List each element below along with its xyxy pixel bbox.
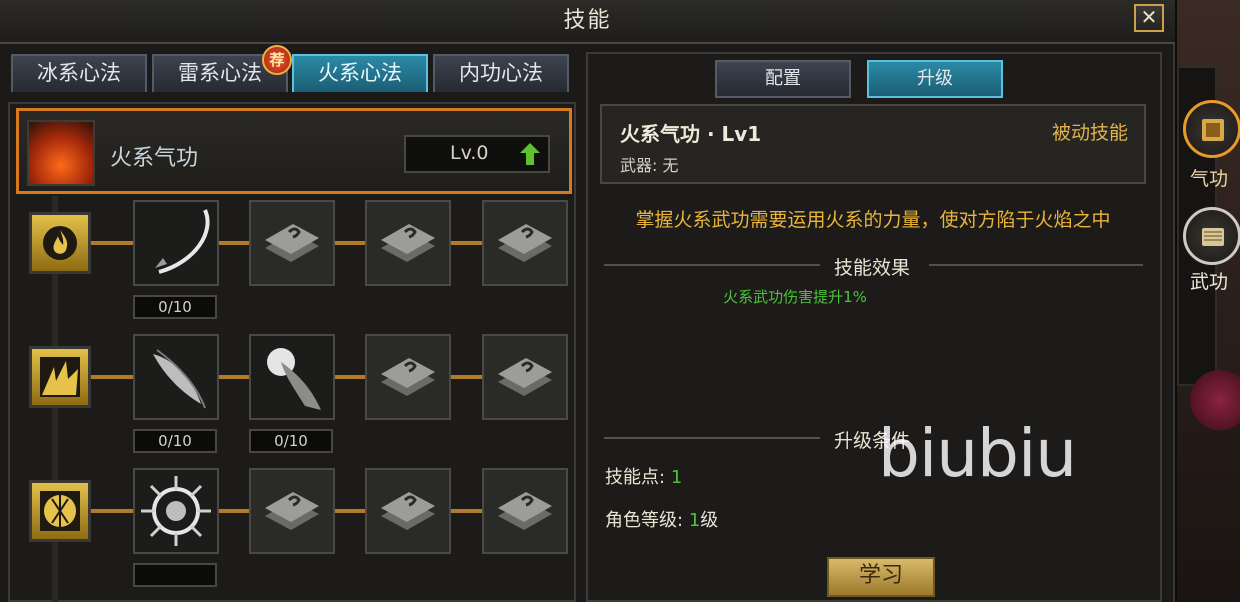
- scroll-icon: [1202, 228, 1224, 246]
- tab-fire[interactable]: 火系心法: [292, 54, 428, 92]
- skill-points-value: 1: [670, 467, 683, 488]
- claw-category-icon: [29, 346, 91, 408]
- learn-button[interactable]: 学习: [827, 557, 935, 597]
- char-level-row: 角色等级: 1级: [605, 506, 718, 532]
- skill-counter: [133, 563, 217, 587]
- skill-slot-locked[interactable]: [249, 200, 335, 286]
- tab-inner[interactable]: 内功心法: [433, 54, 569, 92]
- tab-config[interactable]: 配置: [715, 60, 851, 98]
- connector: [91, 241, 133, 245]
- skill-points-row: 技能点: 1: [605, 463, 682, 489]
- skill-slot-locked[interactable]: [482, 200, 568, 286]
- skill-level: Lv.0: [450, 142, 489, 164]
- skill-slot-locked[interactable]: [365, 200, 451, 286]
- skill-header-name: 火系气功: [110, 146, 199, 171]
- skill-slot-locked[interactable]: [482, 468, 568, 554]
- skill-slot-locked[interactable]: [482, 334, 568, 420]
- tab-ice[interactable]: 冰系心法: [11, 54, 147, 92]
- wugong-nav-label: 武功: [1190, 271, 1229, 293]
- skill-slot-spirit[interactable]: [133, 334, 219, 420]
- connector: [91, 375, 133, 379]
- skill-counter: 0/10: [133, 429, 217, 453]
- skill-points-label: 技能点:: [605, 467, 666, 488]
- connector: [91, 509, 133, 513]
- connector: [451, 509, 482, 513]
- connector: [335, 375, 365, 379]
- skill-slot-locked[interactable]: [365, 334, 451, 420]
- qigong-nav-button[interactable]: [1183, 100, 1240, 158]
- connector: [219, 509, 249, 513]
- connector: [335, 509, 365, 513]
- connector: [451, 241, 482, 245]
- skill-slot-locked[interactable]: [249, 468, 335, 554]
- book-icon: [1202, 119, 1224, 141]
- recommend-badge: 荐: [262, 45, 292, 75]
- connector: [219, 241, 249, 245]
- char-level-value: 1: [688, 510, 701, 531]
- close-button[interactable]: ✕: [1134, 4, 1164, 32]
- wugong-nav-button[interactable]: [1183, 207, 1240, 265]
- qigong-nav-label: 气功: [1190, 168, 1229, 190]
- skill-type: 被动技能: [1052, 122, 1129, 144]
- level-up-arrow-icon[interactable]: [520, 143, 540, 165]
- title-bar: 技能: [0, 0, 1175, 44]
- shield-category-icon: [29, 480, 91, 542]
- skill-description: 掌握火系武功需要运用火系的力量，使对方陷于火焰之中: [635, 209, 1111, 231]
- weapon-requirement: 武器: 无: [620, 156, 679, 175]
- char-level-unit: 级: [700, 510, 719, 531]
- divider: [929, 264, 1143, 266]
- detail-skill-name: 火系气功 · Lv1: [620, 122, 762, 146]
- window-title: 技能: [563, 8, 612, 33]
- divider: [604, 264, 820, 266]
- fire-skill-icon: [27, 120, 95, 186]
- connector: [451, 375, 482, 379]
- skill-slot-burst[interactable]: [133, 468, 219, 554]
- flame-category-icon: [29, 212, 91, 274]
- connector: [219, 375, 249, 379]
- skill-slot-slash[interactable]: [133, 200, 219, 286]
- effect-text: 火系武功伤害提升1%: [723, 288, 867, 306]
- connector: [335, 241, 365, 245]
- tab-upgrade[interactable]: 升级: [867, 60, 1003, 98]
- char-level-label: 角色等级:: [605, 510, 684, 531]
- skill-slot-comet[interactable]: [249, 334, 335, 420]
- skill-counter: 0/10: [249, 429, 333, 453]
- skill-slot-locked[interactable]: [365, 468, 451, 554]
- effect-title: 技能效果: [834, 257, 911, 279]
- watermark: biubiu: [878, 415, 1077, 492]
- divider: [604, 437, 820, 439]
- skill-counter: 0/10: [133, 295, 217, 319]
